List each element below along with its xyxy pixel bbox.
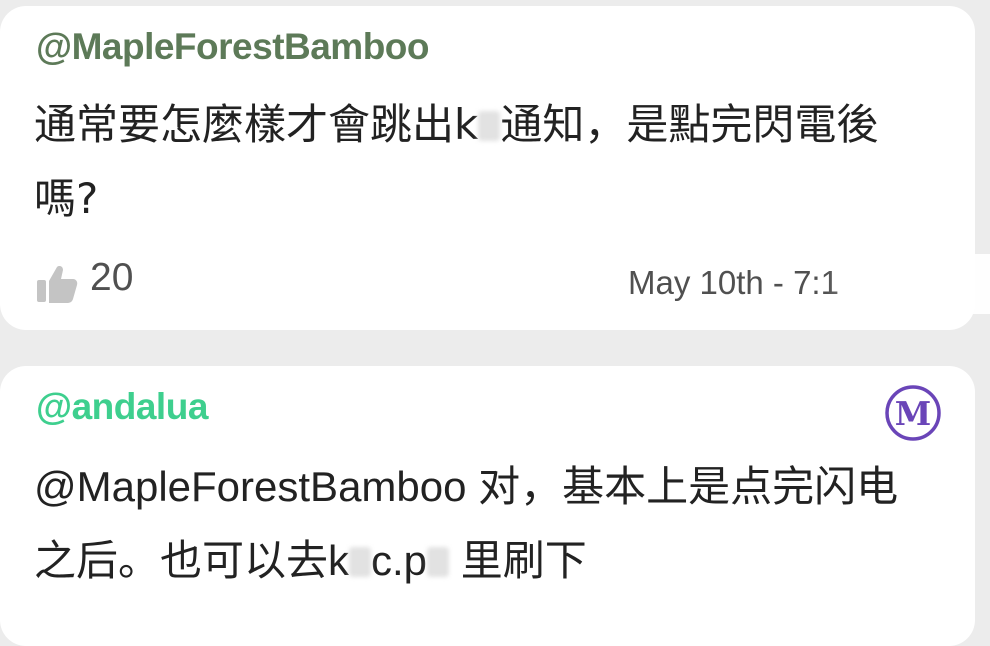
redacted-text [478,111,501,141]
timestamp-fade [826,254,990,314]
moderator-badge-icon[interactable]: M [884,384,942,442]
thumbs-up-icon[interactable] [36,264,78,304]
redacted-text [427,547,450,577]
comment-body: 通常要怎麼樣才會跳出k 通知，是點完閃電後嗎? [34,88,935,236]
timestamp: May 10th - 7:1 [628,264,839,301]
comment-username[interactable]: @MapleForestBamboo [36,26,430,68]
comment-text-part: 里刷下 [449,537,587,584]
badge-letter: M [895,394,932,433]
comment-card: @MapleForestBamboo 通常要怎麼樣才會跳出k 通知，是點完閃電後嗎… [0,6,990,330]
comment-username[interactable]: @andalua [36,386,208,428]
comment-body: @MapleForestBamboo 对，基本上是点完闪电之后。也可以去k c.p… [34,450,935,598]
comment-text-part: 通常要怎麼樣才會跳出k [34,100,479,149]
like-count: 20 [90,256,134,299]
redacted-text [349,547,372,577]
comment-meta: 20 May 10th - 7:1 [36,254,990,314]
comment-text-part: c.p [371,537,428,584]
comment-card: @andalua M @MapleForestBamboo 对，基本上是点完闪电… [0,366,975,646]
